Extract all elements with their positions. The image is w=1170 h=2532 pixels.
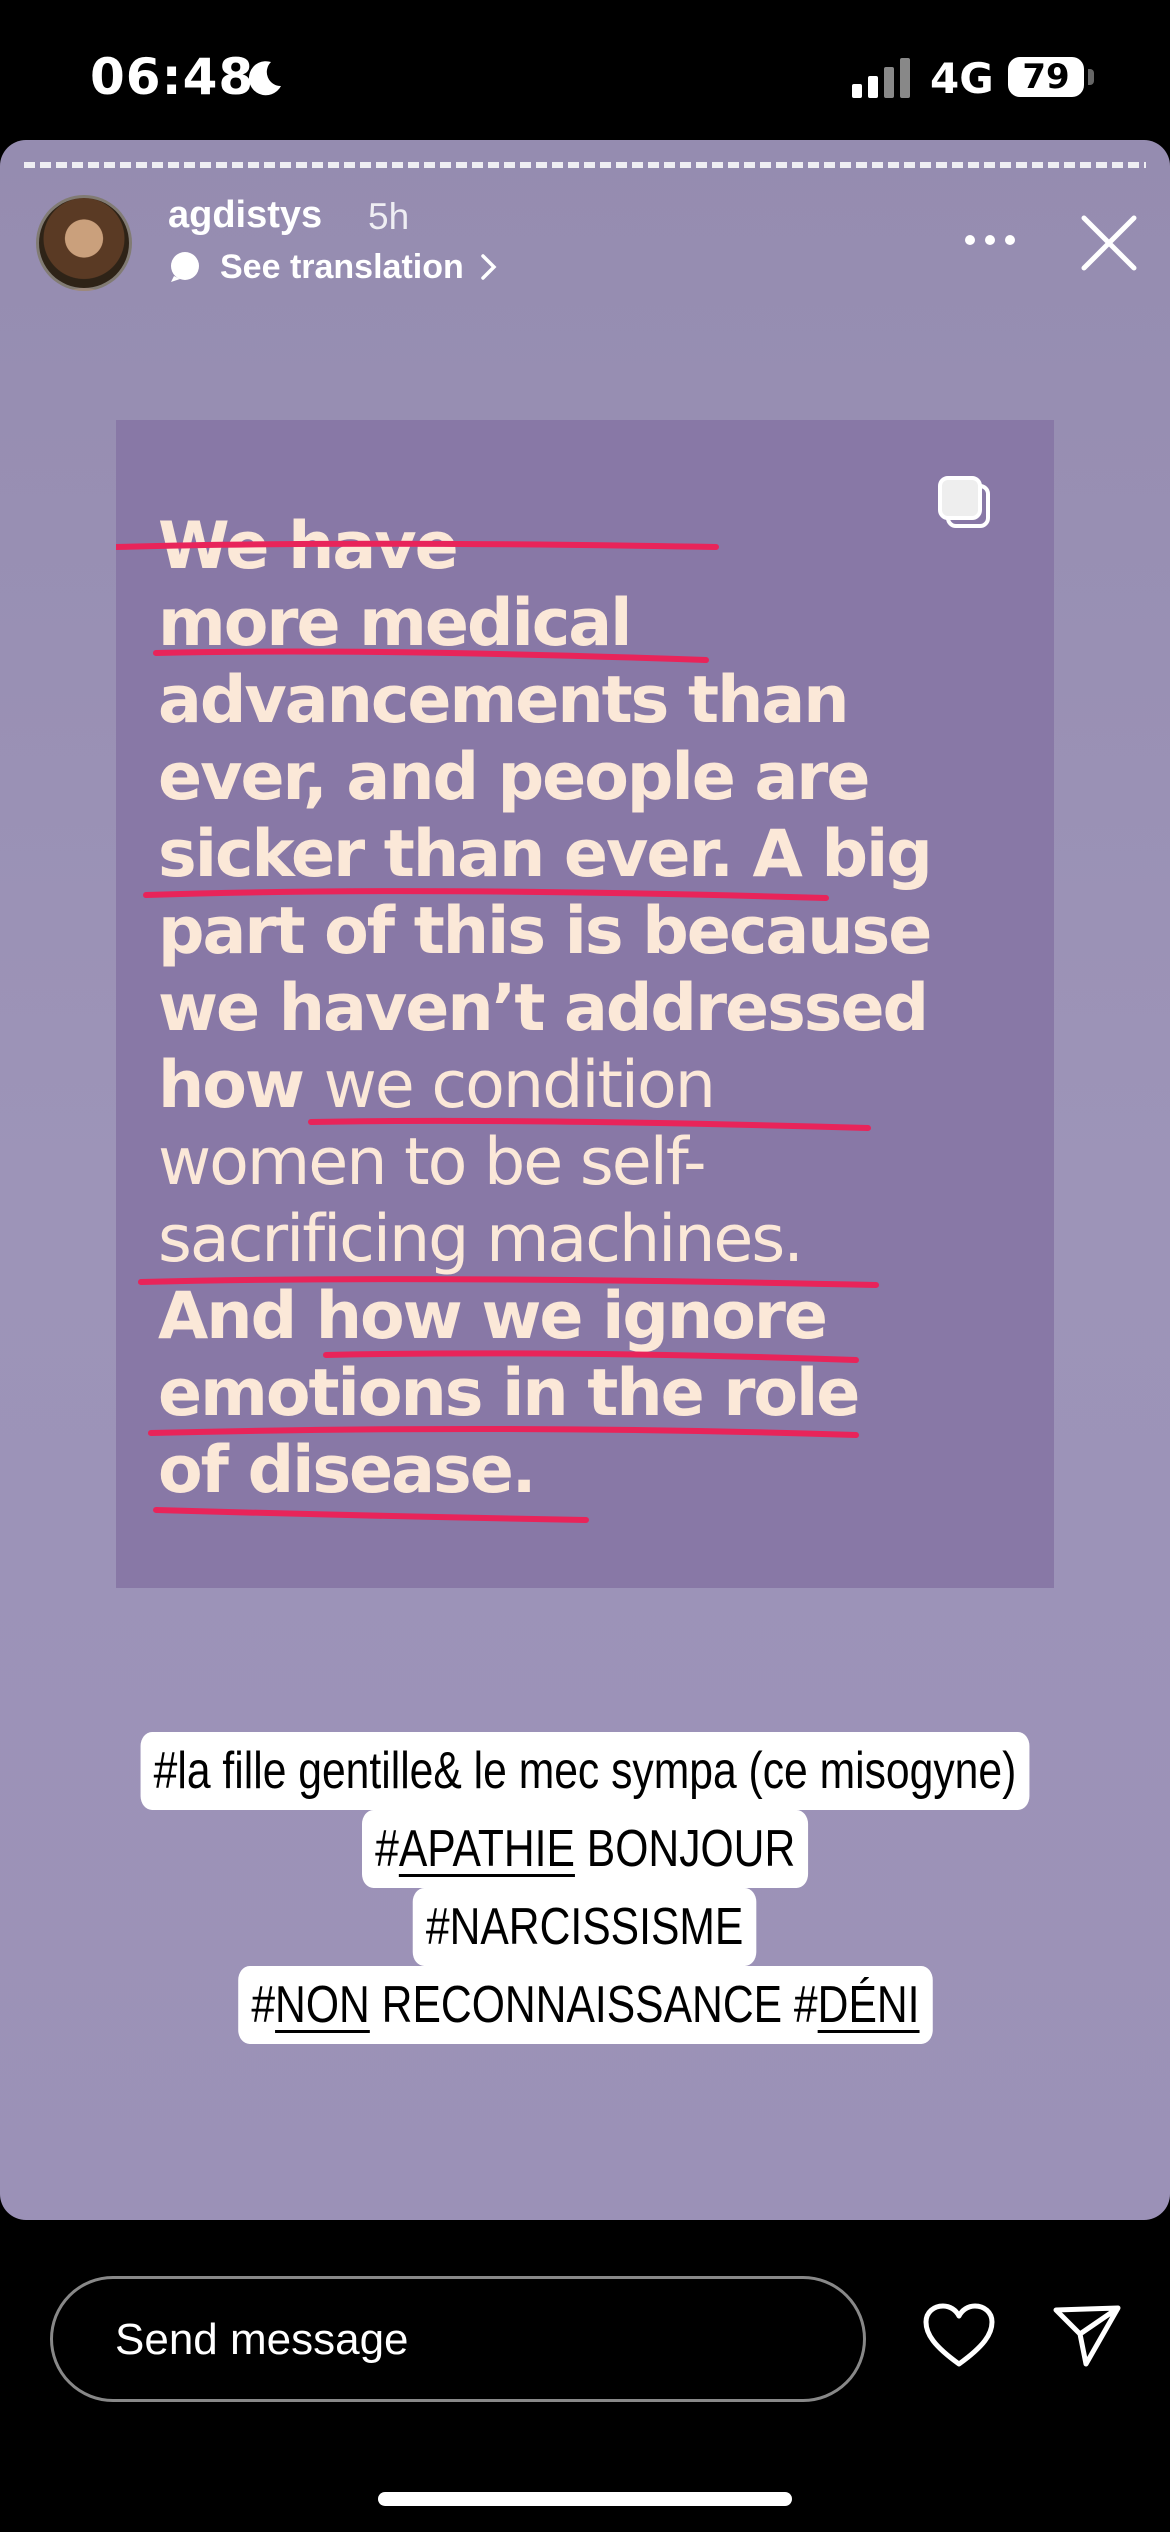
chevron-right-icon bbox=[481, 254, 497, 280]
hashtag-text: # bbox=[374, 1820, 399, 1878]
hashtag-underlined: DÉNI bbox=[817, 1976, 920, 2034]
underline-mark bbox=[153, 648, 709, 663]
battery-tip bbox=[1088, 69, 1094, 85]
underline-mark bbox=[153, 1507, 589, 1523]
hashtag-text: # bbox=[250, 1976, 275, 2034]
hashtag-text: BONJOUR bbox=[574, 1820, 796, 1878]
home-indicator[interactable] bbox=[378, 2492, 792, 2506]
translate-icon bbox=[171, 252, 199, 282]
hashtag-row-2: #APATHIE BONJOUR bbox=[0, 1810, 1170, 1888]
status-bar: 06:48 4G 79 bbox=[0, 0, 1170, 140]
story-progress-bar bbox=[24, 162, 1146, 168]
moon-icon bbox=[248, 61, 281, 96]
underline-mark bbox=[143, 888, 829, 901]
see-translation-label: See translation bbox=[220, 247, 464, 286]
hashtag-row-1: #la fille gentille& le mec sympa (ce mis… bbox=[0, 1732, 1170, 1810]
heart-icon[interactable] bbox=[922, 2302, 996, 2370]
hashtag-row-4: #NON RECONNAISSANCE #DÉNI bbox=[0, 1966, 1170, 2044]
underline-mark bbox=[308, 1117, 871, 1131]
battery-icon: 79 bbox=[1008, 57, 1084, 97]
send-message-placeholder: Send message bbox=[115, 2315, 409, 2364]
close-icon[interactable] bbox=[1078, 212, 1140, 274]
hashtag-row-3: #NARCISSISME bbox=[0, 1888, 1170, 1966]
status-time: 06:48 bbox=[90, 48, 255, 106]
signal-icon bbox=[852, 58, 910, 98]
hashtag-sticker[interactable]: #NON RECONNAISSANCE #DÉNI bbox=[237, 1966, 933, 2044]
hashtag-underlined: NON bbox=[274, 1976, 370, 2034]
underline-mark bbox=[148, 1425, 859, 1438]
underline-mark bbox=[138, 1276, 879, 1288]
more-options-icon[interactable] bbox=[962, 232, 1018, 248]
hashtag-text: RECONNAISSANCE # bbox=[369, 1976, 818, 2034]
avatar[interactable] bbox=[36, 195, 132, 291]
underline-mark bbox=[323, 1350, 859, 1363]
quote-image: We have more medical advancements than e… bbox=[116, 420, 1054, 1588]
hashtag-sticker[interactable]: #la fille gentille& le mec sympa (ce mis… bbox=[140, 1732, 1030, 1810]
highlight-underlines bbox=[116, 540, 879, 1523]
network-label: 4G bbox=[930, 54, 994, 103]
send-icon[interactable] bbox=[1052, 2300, 1122, 2370]
see-translation-button[interactable]: See translation bbox=[168, 244, 500, 290]
username[interactable]: agdistys bbox=[168, 194, 322, 237]
story-time-ago: 5h bbox=[368, 196, 410, 237]
send-message-input[interactable]: Send message bbox=[50, 2276, 866, 2402]
hashtag-sticker[interactable]: #APATHIE BONJOUR bbox=[361, 1810, 809, 1888]
hashtag-sticker[interactable]: #NARCISSISME bbox=[413, 1888, 757, 1966]
hashtag-underlined: APATHIE bbox=[398, 1820, 575, 1878]
strikethrough-mark bbox=[116, 540, 719, 551]
